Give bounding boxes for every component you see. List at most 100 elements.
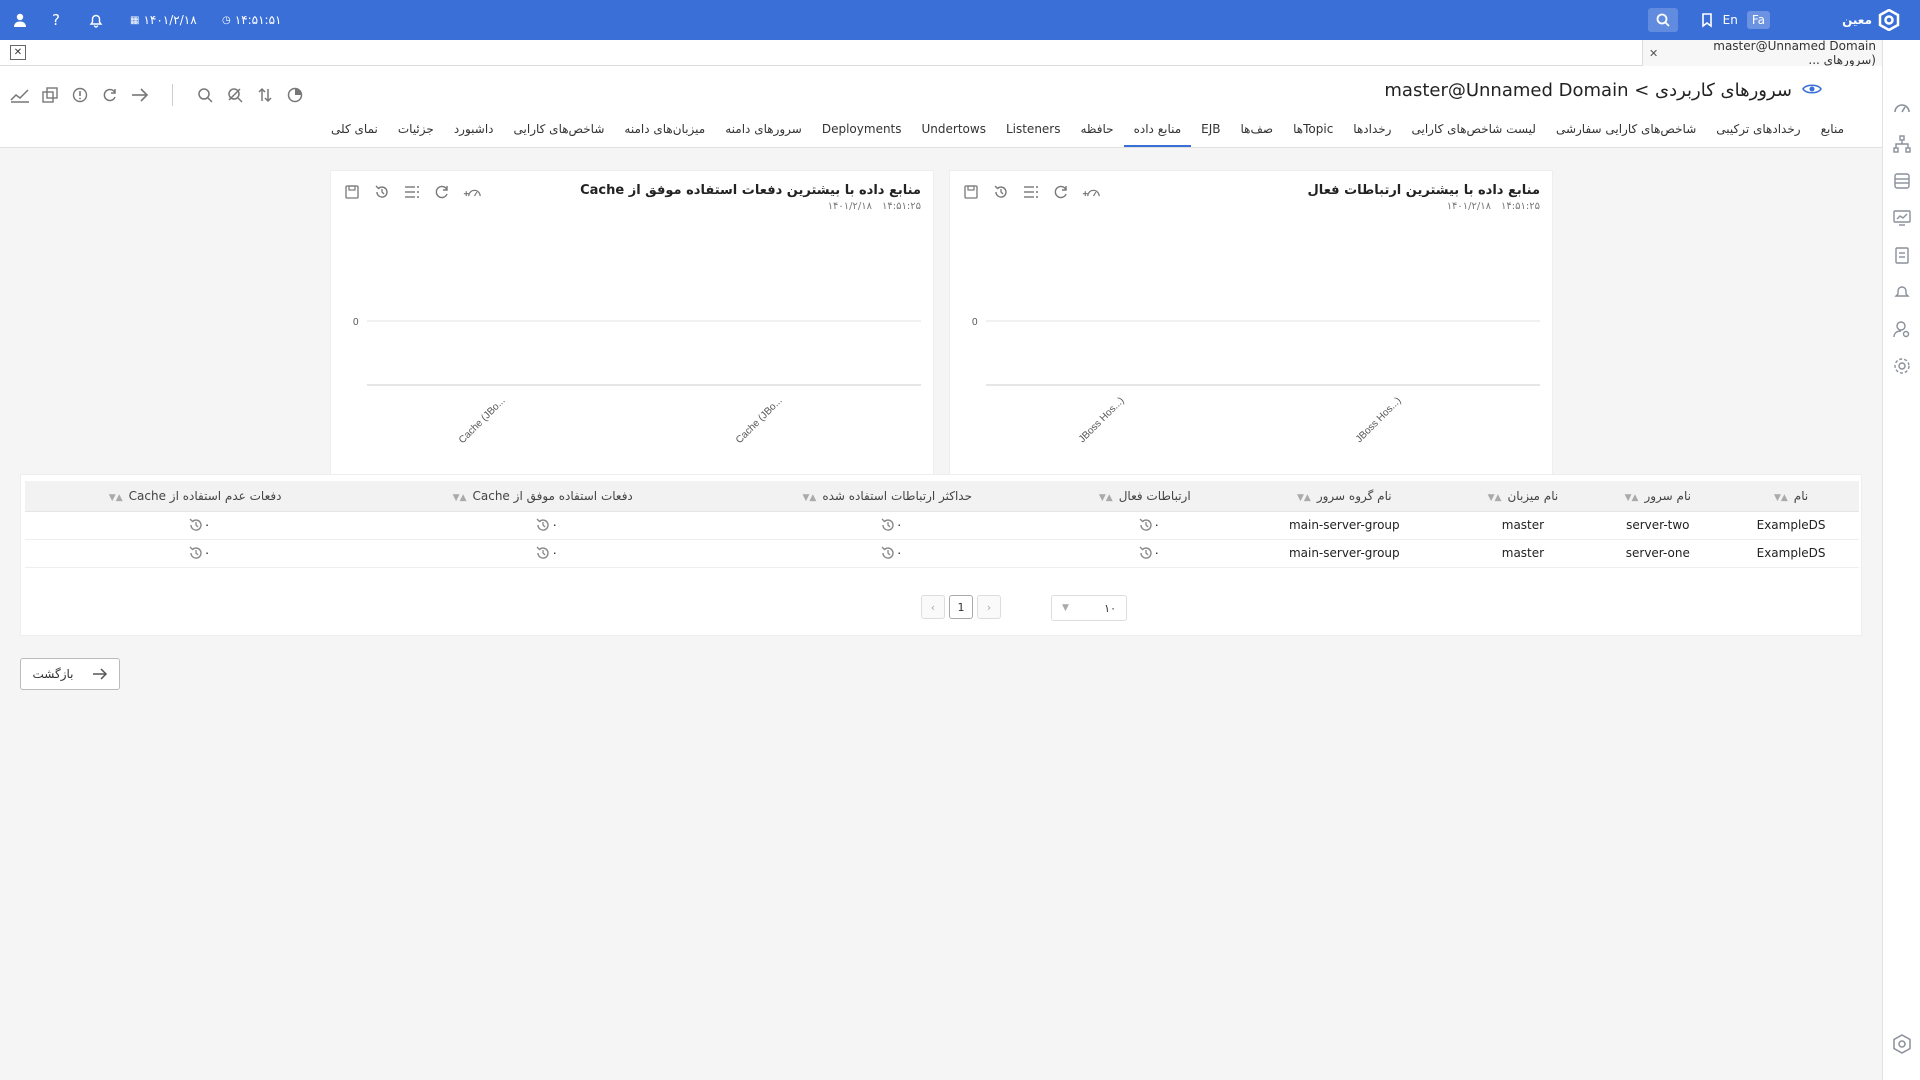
settings-gear-icon[interactable]: [1892, 356, 1912, 376]
column-header-label: نام سرور: [1644, 488, 1691, 503]
history-icon[interactable]: [1138, 517, 1154, 533]
close-all-tabs-icon[interactable]: ✕: [10, 45, 26, 60]
history-icon[interactable]: [188, 545, 204, 561]
list-icon[interactable]: [1022, 183, 1040, 201]
back-button[interactable]: بازگشت: [20, 658, 120, 690]
lang-en-button[interactable]: En: [1718, 11, 1743, 29]
database-icon[interactable]: [1892, 171, 1912, 191]
sort-icon[interactable]: ▲▼: [802, 493, 816, 503]
sort-icon[interactable]: ▲▼: [1774, 493, 1788, 503]
tab-12[interactable]: صف‌ها: [1231, 116, 1284, 147]
page-header: سرورهای کاربردی > master@Unnamed Domain …: [0, 66, 1882, 148]
search-off-icon[interactable]: [225, 85, 245, 105]
sort-icon[interactable]: ▲▼: [1099, 493, 1113, 503]
table-row[interactable]: ExampleDS server-two master main-server-gro…: [25, 511, 1859, 540]
tab-5[interactable]: سرورهای دامنه: [715, 116, 812, 147]
tab-14[interactable]: رخدادها: [1343, 116, 1401, 147]
tab-17[interactable]: رخدادهای ترکیبی: [1706, 116, 1810, 147]
page-1-button[interactable]: 1: [949, 595, 973, 619]
cell-value: ExampleDS: [1756, 546, 1826, 560]
monitor-icon[interactable]: [1892, 208, 1912, 228]
tab-11[interactable]: EJB: [1191, 116, 1230, 147]
history-icon[interactable]: [535, 517, 551, 533]
bookmark-icon[interactable]: [1699, 0, 1715, 40]
hierarchy-icon[interactable]: [1892, 134, 1912, 154]
chart-compare-icon[interactable]: [10, 85, 30, 105]
close-tab-icon[interactable]: ✕: [1649, 47, 1658, 60]
brand-small-icon: [1893, 1034, 1911, 1054]
pie-chart-icon[interactable]: [285, 85, 305, 105]
tab-0[interactable]: نمای کلی: [321, 116, 388, 147]
prev-page-button[interactable]: ‹: [921, 595, 945, 619]
column-header[interactable]: نام سرور ▲▼: [1592, 481, 1724, 512]
tab-18[interactable]: منابع: [1811, 116, 1854, 147]
alert-circle-icon[interactable]: [70, 85, 90, 105]
eye-icon[interactable]: [1802, 80, 1822, 101]
table-cell: ۰: [25, 511, 366, 540]
tab-2[interactable]: داشبورد: [444, 116, 504, 147]
save-icon[interactable]: [343, 183, 361, 201]
column-header[interactable]: ارتباطات فعال ▲▼: [1054, 481, 1236, 512]
help-icon[interactable]: ?: [52, 0, 60, 40]
history-icon[interactable]: [373, 183, 391, 201]
sort-icon[interactable]: [255, 85, 275, 105]
save-icon[interactable]: [962, 183, 980, 201]
column-header[interactable]: دفعات استفاده موفق از Cache ▲▼: [365, 481, 721, 512]
tab-4[interactable]: میزبان‌های دامنه: [614, 116, 715, 147]
history-icon[interactable]: [535, 545, 551, 561]
tab-9[interactable]: حافظه: [1071, 116, 1124, 147]
refresh-icon[interactable]: [433, 183, 451, 201]
sort-icon[interactable]: ▲▼: [453, 493, 467, 503]
tab-6[interactable]: Deployments: [812, 116, 912, 147]
tab-3[interactable]: شاخص‌های کارایی: [504, 116, 615, 147]
refresh-icon[interactable]: [1052, 183, 1070, 201]
column-header-label: دفعات استفاده موفق از Cache: [472, 488, 633, 503]
brand-logo[interactable]: معین: [1842, 0, 1900, 40]
clipboard-icon[interactable]: [1892, 245, 1912, 265]
history-icon[interactable]: [992, 183, 1010, 201]
tab-16[interactable]: شاخص‌های کارایی سفارشی: [1546, 116, 1706, 147]
list-icon[interactable]: [403, 183, 421, 201]
column-header[interactable]: نام ▲▼: [1723, 481, 1859, 512]
language-switch: En Fa: [1718, 0, 1770, 40]
forward-arrow-icon[interactable]: [130, 85, 150, 105]
search-button[interactable]: [1648, 8, 1678, 32]
column-header[interactable]: نام میزبان ▲▼: [1453, 481, 1593, 512]
tab-8[interactable]: Listeners: [996, 116, 1071, 147]
refresh-icon[interactable]: [100, 85, 120, 105]
sort-icon[interactable]: ▲▼: [1625, 493, 1639, 503]
open-tab[interactable]: master@Unnamed Domain (سرورهای ... ✕: [1642, 39, 1882, 67]
column-header[interactable]: دفعات عدم استفاده از Cache ▲▼: [25, 481, 366, 512]
search-icon[interactable]: [195, 85, 215, 105]
history-icon[interactable]: [880, 517, 896, 533]
tab-1[interactable]: جزئیات: [388, 116, 444, 147]
next-page-button[interactable]: ›: [977, 595, 1001, 619]
alert-bell-icon[interactable]: [1892, 282, 1912, 302]
history-icon[interactable]: [1138, 545, 1154, 561]
history-icon[interactable]: [188, 517, 204, 533]
top-bar: معین En Fa ? ▦ ۱۴۰۱/۲/۱۸ ◷ ۱۴:۵۱:۵۱: [0, 0, 1920, 40]
table-row[interactable]: ExampleDS server-one master main-server-gro…: [25, 539, 1859, 568]
sort-icon[interactable]: ▲▼: [1488, 493, 1502, 503]
gauge-icon[interactable]: [1892, 98, 1912, 118]
table-header-row: نام▲▼ نام سرور▲▼ نام میزبان▲▼ نام گروه سرور…: [25, 481, 1859, 512]
page-size-select[interactable]: ▼ ۱۰: [1051, 595, 1127, 621]
search-icon: [1656, 13, 1670, 27]
bell-icon[interactable]: [88, 0, 104, 40]
cell-value: ۰: [896, 545, 903, 560]
copy-window-icon[interactable]: [40, 85, 60, 105]
sort-icon[interactable]: ▲▼: [109, 493, 123, 503]
column-header[interactable]: نام گروه سرور ▲▼: [1235, 481, 1454, 512]
tab-7[interactable]: Undertows: [912, 116, 996, 147]
gauge-add-icon[interactable]: [463, 183, 481, 201]
tab-13[interactable]: Topicها: [1283, 116, 1343, 147]
column-header[interactable]: حداکثر ارتباطات استفاده شده ▲▼: [720, 481, 1055, 512]
tab-10[interactable]: منابع داده: [1123, 116, 1192, 147]
user-icon[interactable]: [12, 0, 28, 40]
gauge-add-icon[interactable]: [1082, 183, 1100, 201]
sort-icon[interactable]: ▲▼: [1297, 493, 1311, 503]
user-search-icon[interactable]: [1892, 319, 1912, 339]
tab-15[interactable]: لیست شاخص‌های کارایی: [1401, 116, 1545, 147]
lang-fa-button[interactable]: Fa: [1746, 11, 1770, 29]
history-icon[interactable]: [880, 545, 896, 561]
